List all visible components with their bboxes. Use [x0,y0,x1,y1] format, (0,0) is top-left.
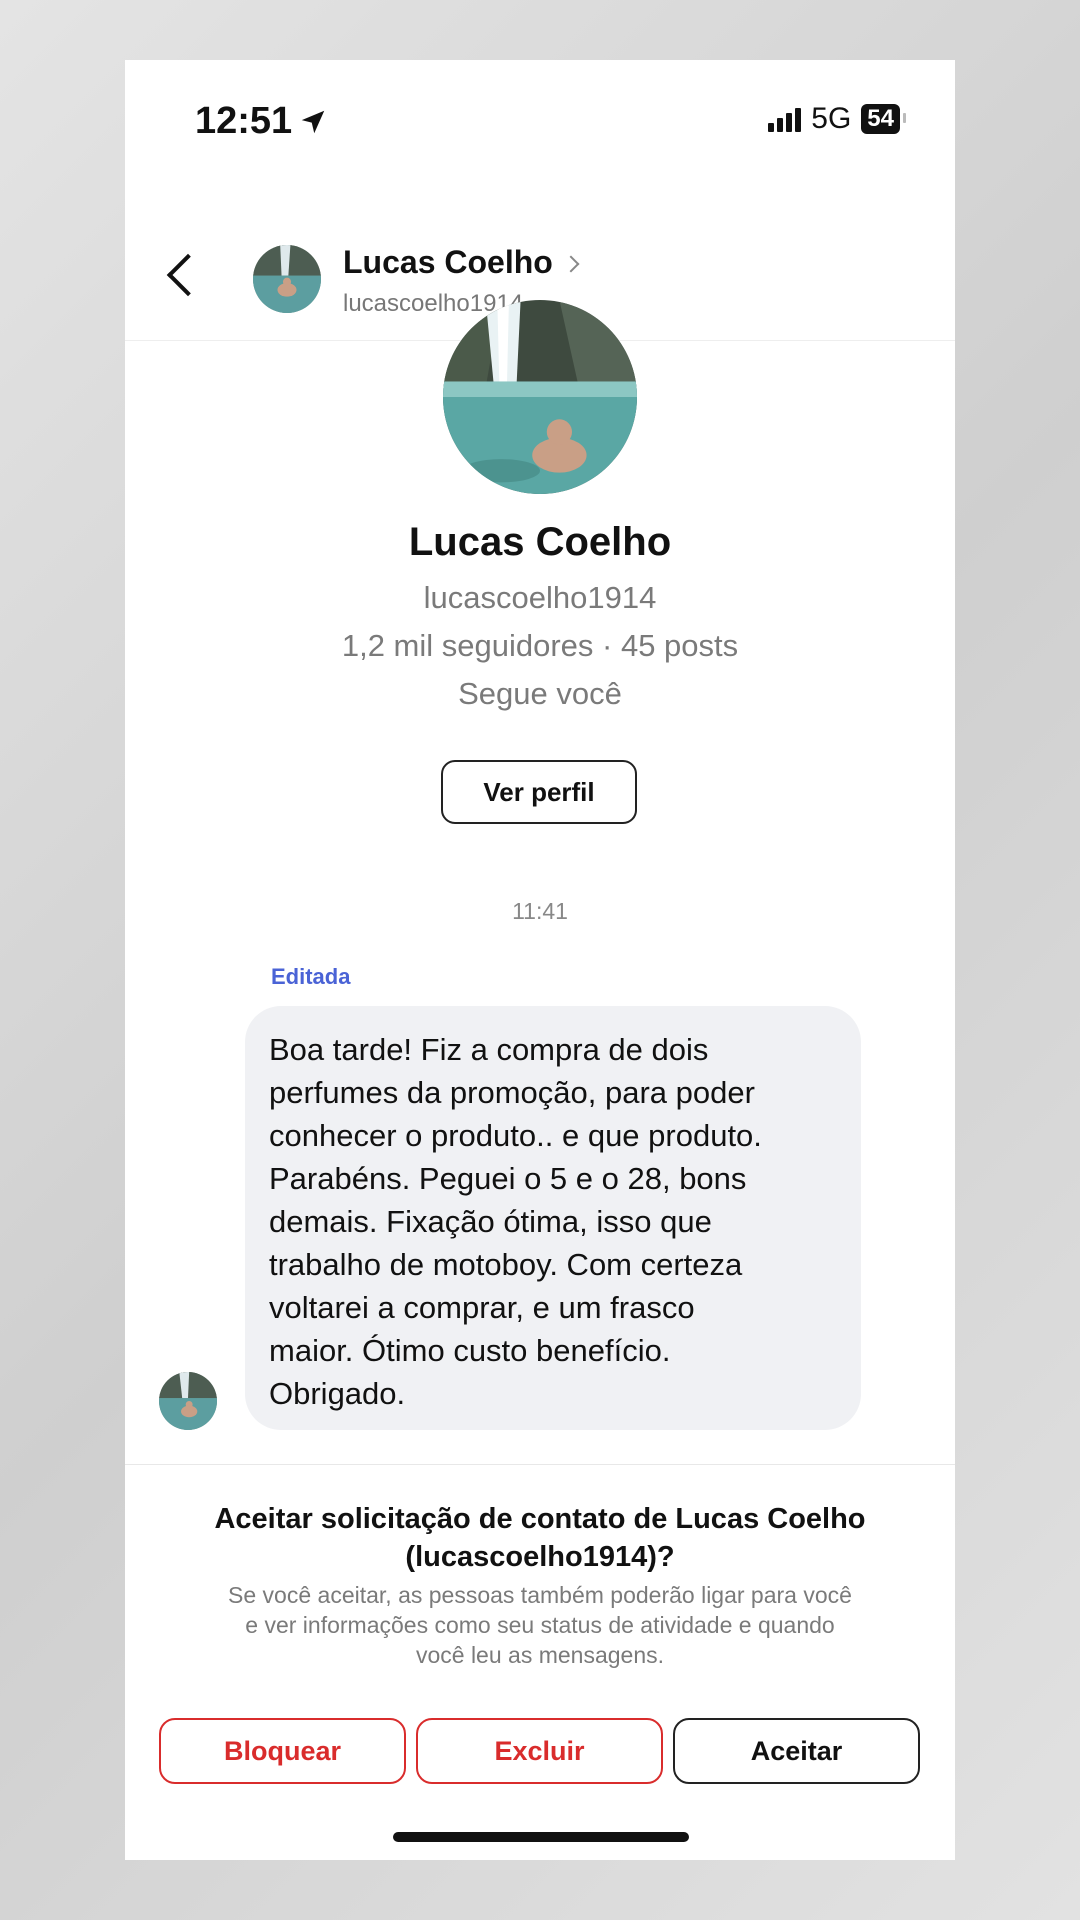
status-indicators: 5G 54 [768,102,906,136]
status-time-text: 12:51 [195,100,293,142]
profile-stats: 1,2 mil seguidores · 45 posts [341,628,739,663]
battery-icon: 54 [861,104,906,134]
header-name-text: Lucas Coelho [343,244,553,280]
phone-screen: 12:51 5G 54 Lucas Coelho lucascoelho1914… [125,60,955,1860]
back-chevron-icon[interactable] [166,253,210,297]
sender-avatar[interactable] [159,1372,217,1430]
delete-button[interactable]: Excluir [416,1718,663,1784]
location-arrow-icon [298,107,328,137]
request-actions: Bloquear Excluir Aceitar [159,1718,920,1784]
edited-label: Editada [271,964,351,989]
home-indicator[interactable] [393,1832,689,1842]
request-description: Se você aceitar, as pessoas também poder… [228,1582,852,1668]
profile-avatar[interactable] [443,300,637,494]
message-bubble[interactable]: Boa tarde! Fiz a compra de dois perfumes… [245,1006,861,1430]
signal-bars-icon [768,106,802,132]
message-timestamp: 11:41 [512,898,568,924]
status-time: 12:51 [195,100,328,143]
section-divider [125,1464,955,1465]
profile-name: Lucas Coelho [408,520,672,564]
chevron-right-icon [562,255,580,272]
header-contact-name[interactable]: Lucas Coelho [343,244,580,281]
header-avatar[interactable] [253,245,321,313]
request-title: Aceitar solicitação de contato de Lucas … [214,1503,866,1573]
accept-button[interactable]: Aceitar [673,1718,920,1784]
network-type: 5G [811,102,852,135]
follow-status: Segue você [458,676,622,711]
block-button[interactable]: Bloquear [159,1718,406,1784]
profile-username: lucascoelho1914 [423,580,657,615]
view-profile-button[interactable]: Ver perfil [441,760,637,824]
